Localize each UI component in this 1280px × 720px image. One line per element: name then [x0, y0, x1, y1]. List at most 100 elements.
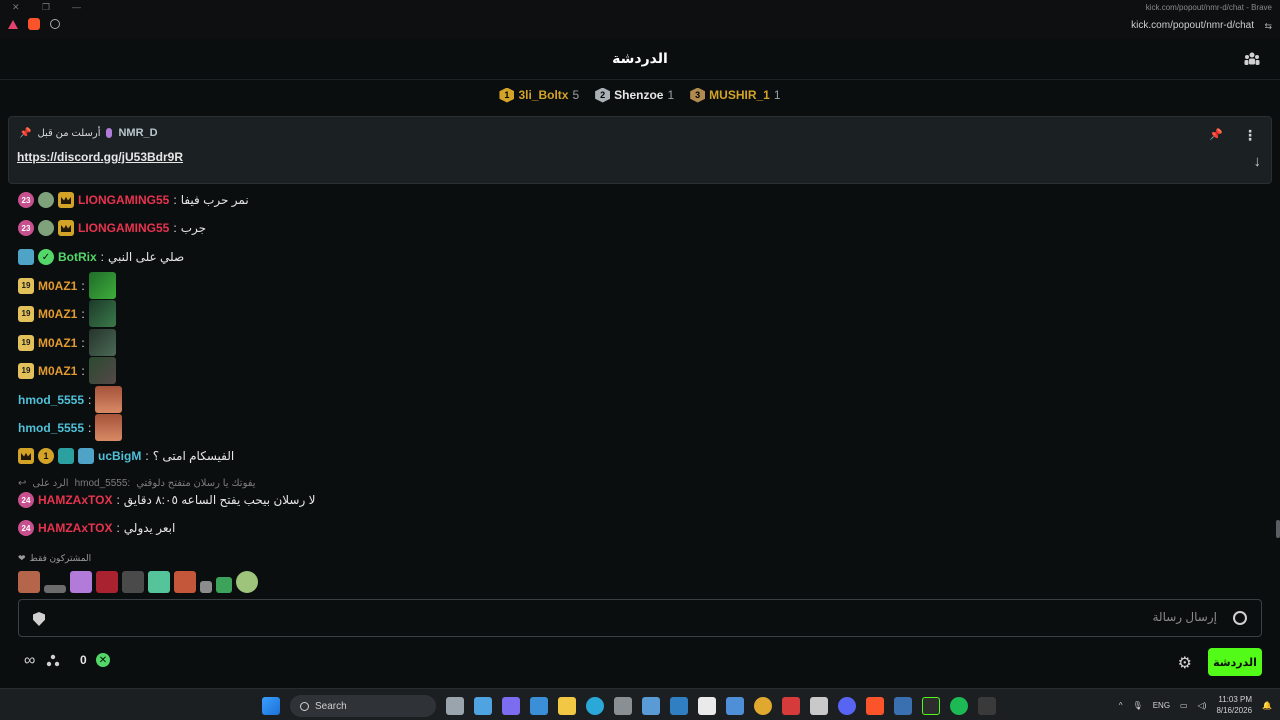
file-explorer-icon[interactable]: [558, 697, 576, 715]
emote-button[interactable]: [236, 571, 258, 593]
chat-header: الدردشة: [0, 38, 1280, 80]
leaderboard-item[interactable]: 1 3li_Boltx 5: [499, 87, 579, 103]
username[interactable]: BotRix: [58, 250, 97, 264]
spotify-icon[interactable]: [950, 697, 968, 715]
username[interactable]: hmod_5555: [18, 393, 84, 407]
reply-target: hmod_5555:: [74, 478, 131, 489]
expand-icon[interactable]: ↓: [1254, 153, 1262, 170]
microphone-icon[interactable]: 🎙: [1133, 701, 1143, 710]
capcut-icon[interactable]: [698, 697, 716, 715]
chat-message: 19 M0AZ1:: [18, 357, 116, 384]
chat-input[interactable]: إرسال رسالة: [18, 599, 1262, 637]
username[interactable]: M0AZ1: [38, 279, 77, 293]
emote-button[interactable]: [18, 571, 40, 593]
widgets-icon[interactable]: [502, 697, 520, 715]
send-chat-button[interactable]: الدردشة: [1208, 648, 1262, 676]
crown-icon: [58, 220, 74, 236]
emote-button[interactable]: [122, 571, 144, 593]
username[interactable]: hmod_5555: [18, 421, 84, 435]
emote-button[interactable]: [44, 585, 66, 593]
app-icon[interactable]: [530, 697, 548, 715]
username[interactable]: M0AZ1: [38, 336, 77, 350]
leaderboard-item[interactable]: 3 MUSHIR_1 1: [690, 87, 781, 103]
steam-icon[interactable]: [894, 697, 912, 715]
kick-points-icon[interactable]: ✕: [96, 653, 110, 667]
system-tray: ^ 🎙 ENG ▭ ◁) 11:03 PM 8/16/2026 🔔: [1119, 694, 1272, 716]
pinned-link[interactable]: https://discord.gg/jU53Bdr9R: [17, 150, 183, 164]
mail-icon[interactable]: [726, 697, 744, 715]
brave-icon[interactable]: [866, 697, 884, 715]
leaderboard-item[interactable]: 2 Shenzoe 1: [595, 87, 675, 103]
scrollbar[interactable]: [1276, 520, 1280, 538]
taskbar: Search ^ 🎙 ENG ▭ ◁) 11:03 PM 8/16/2026 🔔: [0, 688, 1280, 720]
volume-icon[interactable]: ◁): [1198, 701, 1207, 710]
gear-icon[interactable]: ⚙: [1178, 653, 1192, 673]
minimize-window-icon[interactable]: —: [72, 2, 81, 12]
leaderboard-name: 3li_Boltx: [518, 88, 569, 102]
unity-icon[interactable]: [810, 697, 828, 715]
username[interactable]: HAMZAxTOX: [38, 521, 112, 535]
chat-message: 19 M0AZ1:: [18, 329, 116, 356]
shield-icon[interactable]: [33, 612, 45, 626]
reply-preview[interactable]: ↩ الرد على hmod_5555: يفوتك يا رسلان متف…: [18, 478, 256, 489]
record-icon[interactable]: [782, 697, 800, 715]
users-icon[interactable]: [1244, 52, 1260, 66]
username[interactable]: M0AZ1: [38, 364, 77, 378]
brave-rewards-icon[interactable]: [8, 19, 18, 29]
emote: [95, 386, 123, 413]
vscode-icon[interactable]: [670, 697, 688, 715]
emote-button[interactable]: [70, 571, 92, 593]
brave-shield-icon[interactable]: [28, 18, 40, 30]
subscriber-badge: 24: [18, 520, 34, 536]
start-icon[interactable]: [262, 697, 280, 715]
crown-icon: [18, 448, 34, 464]
rank-badge: 1: [499, 87, 515, 103]
language-indicator[interactable]: ENG: [1153, 701, 1170, 710]
chrome-icon[interactable]: [754, 697, 772, 715]
search-icon[interactable]: [50, 19, 60, 29]
chat-message: 23 LIONGAMING55: جرب: [18, 220, 206, 236]
username[interactable]: LIONGAMING55: [78, 193, 169, 207]
username[interactable]: ucBigM: [98, 449, 141, 463]
address-bar[interactable]: kick.com/popout/nmr-d/chat: [1131, 20, 1254, 31]
translate-icon[interactable]: ⇆: [1264, 21, 1272, 32]
heart-icon: ❤: [18, 553, 26, 563]
message-text: جرب: [180, 221, 207, 235]
rank-badge: 2: [595, 87, 611, 103]
username[interactable]: M0AZ1: [38, 307, 77, 321]
app-icon[interactable]: [922, 697, 940, 715]
task-view-icon[interactable]: [446, 697, 464, 715]
subs-only-text: المشتركون فقط: [29, 553, 92, 563]
app-icon[interactable]: [978, 697, 996, 715]
app-icon[interactable]: [642, 697, 660, 715]
clock[interactable]: 11:03 PM 8/16/2026: [1216, 694, 1252, 716]
more-options-icon[interactable]: ⋮: [1243, 127, 1257, 144]
username[interactable]: HAMZAxTOX: [38, 493, 112, 507]
emote-button[interactable]: [216, 577, 232, 593]
store-icon[interactable]: [614, 697, 632, 715]
chevron-up-icon[interactable]: ^: [1119, 701, 1123, 710]
taskbar-search[interactable]: Search: [290, 695, 436, 717]
edge-icon[interactable]: [586, 697, 604, 715]
network-icon[interactable]: ▭: [1180, 701, 1188, 710]
restore-window-icon[interactable]: ❐: [42, 2, 50, 13]
emoji-icon[interactable]: [1233, 611, 1247, 625]
leaderboard-count: 1: [667, 88, 675, 102]
emote-button[interactable]: [96, 571, 118, 593]
discord-icon[interactable]: [838, 697, 856, 715]
notification-icon[interactable]: 🔔: [1262, 701, 1272, 710]
emote-button[interactable]: [174, 571, 196, 593]
emote-button[interactable]: [200, 581, 212, 593]
pinned-user[interactable]: NMR_D: [118, 127, 157, 139]
channel-points-icon[interactable]: [46, 654, 60, 668]
notepad-icon[interactable]: [474, 697, 492, 715]
emote-button[interactable]: [148, 571, 170, 593]
unpin-icon[interactable]: 📌: [1209, 128, 1223, 141]
search-icon: [300, 701, 309, 711]
close-window-icon[interactable]: ✕: [12, 2, 20, 13]
emote: [88, 329, 116, 356]
username[interactable]: LIONGAMING55: [78, 221, 169, 235]
chat-message: 19 M0AZ1:: [18, 300, 116, 327]
leaderboard-count: 1: [773, 88, 781, 102]
infinity-icon[interactable]: ∞: [24, 652, 35, 670]
